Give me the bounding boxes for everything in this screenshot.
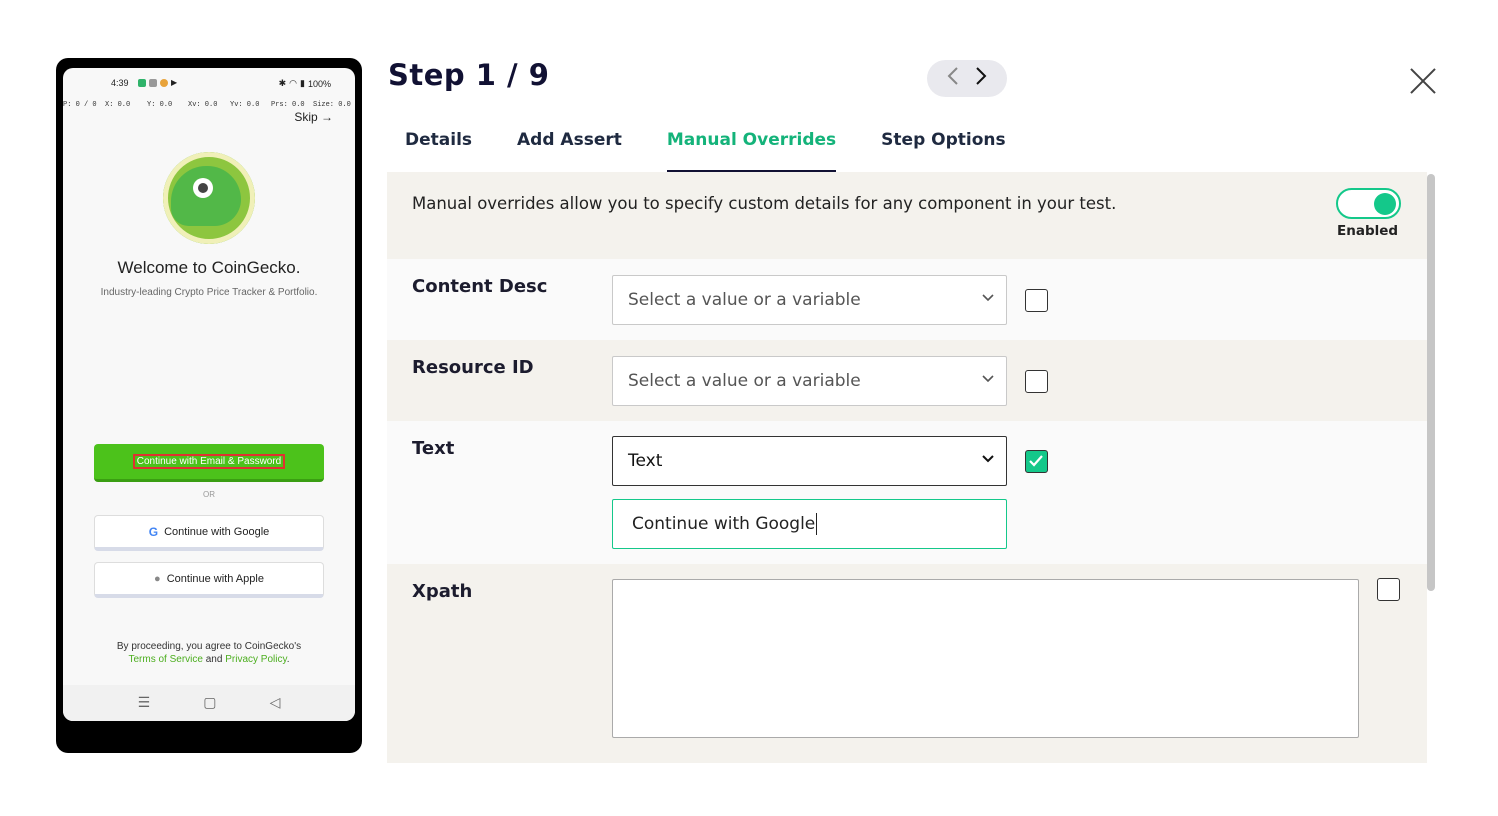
override-row-content-desc: Content Desc Select a value or a variabl… (387, 259, 1427, 340)
app-notification-icon (160, 78, 168, 87)
status-bar: 4:39 ▶ ✱ ◠ ▮ 100% (63, 78, 355, 92)
welcome-heading: Welcome to CoinGecko. (117, 258, 301, 277)
legal-prefix: By proceeding, you agree to CoinGecko's (116, 641, 302, 652)
overrides-enabled-toggle[interactable] (1336, 188, 1401, 219)
content-desc-checkbox[interactable] (1025, 289, 1048, 312)
check-icon (1029, 455, 1043, 467)
status-time: 4:39 (111, 78, 129, 88)
pointer-y: Y: 0.0 (147, 101, 173, 109)
tab-manual-overrides[interactable]: Manual Overrides (666, 130, 837, 173)
battery-percent: 100% (307, 78, 331, 89)
tab-bar: Details Add Assert Manual Overrides Step… (405, 130, 1006, 173)
pointer-yv: Yv: 0.0 (230, 101, 260, 109)
menu-icon[interactable]: ☰ (138, 695, 151, 711)
continue-google-button[interactable]: G Continue with Google (94, 515, 324, 551)
pointer-xv: Xv: 0.0 (188, 101, 218, 109)
wifi-icon: ◠ (289, 78, 298, 88)
chevron-down-icon (982, 294, 994, 302)
vibrate-icon: ✱ (278, 78, 287, 88)
battery-icon: ▮ (300, 78, 305, 88)
override-row-xpath: Xpath (387, 564, 1427, 763)
select-value: Text (628, 451, 663, 471)
device-preview: 4:39 ▶ ✱ ◠ ▮ 100% P: 0 / 0 X: 0.0 Y: 0.0 (56, 58, 362, 753)
text-value-input[interactable]: Continue with Google (612, 499, 1007, 549)
select-value: Select a value or a variable (628, 290, 861, 310)
close-icon[interactable] (1406, 64, 1440, 98)
text-checkbox[interactable] (1025, 450, 1048, 473)
manual-overrides-panel: Manual overrides allow you to specify cu… (387, 172, 1427, 763)
pointer-size: Size: 0.0 (313, 101, 351, 109)
apple-icon: ● (154, 572, 161, 585)
continue-google-label: Continue with Google (164, 525, 270, 538)
terms-link[interactable]: Terms of Service (129, 654, 203, 665)
chevron-right-icon[interactable] (974, 66, 988, 91)
content-desc-select[interactable]: Select a value or a variable (612, 275, 1007, 325)
tab-add-assert[interactable]: Add Assert (517, 130, 622, 173)
overrides-info-row: Manual overrides allow you to specify cu… (387, 172, 1427, 259)
step-navigator (927, 60, 1007, 97)
pointer-count: P: 0 / 0 (63, 101, 97, 109)
override-row-resource-id: Resource ID Select a value or a variable (387, 340, 1427, 421)
row-label: Content Desc (412, 276, 548, 297)
notification-icons: ▶ (138, 78, 177, 87)
tab-details[interactable]: Details (405, 130, 472, 173)
row-label: Resource ID (412, 357, 534, 378)
app-root: 4:39 ▶ ✱ ◠ ▮ 100% P: 0 / 0 X: 0.0 Y: 0.0 (0, 0, 1498, 816)
chevron-down-icon (982, 455, 994, 463)
app-notification-icon (149, 78, 157, 87)
toggle-label: Enabled (1337, 223, 1399, 239)
chevron-left-icon[interactable] (946, 66, 960, 91)
panel-scrollbar[interactable] (1427, 174, 1435, 591)
continue-email-label: Continue with Email & Password (132, 454, 286, 469)
google-icon: G (148, 524, 159, 539)
legal-text: By proceeding, you agree to CoinGecko's … (63, 640, 355, 666)
or-divider: OR (203, 490, 215, 499)
skip-label: Skip (294, 110, 318, 124)
continue-apple-label: Continue with Apple (166, 572, 264, 585)
privacy-link[interactable]: Privacy Policy (225, 654, 287, 665)
arrow-right-icon: → (321, 110, 333, 124)
continue-email-button[interactable]: Continue with Email & Password (94, 444, 324, 482)
legal-and: and (205, 654, 223, 665)
home-icon[interactable]: ▢ (203, 695, 216, 711)
xpath-checkbox[interactable] (1377, 578, 1400, 601)
back-icon[interactable]: ◁ (270, 695, 281, 711)
play-icon: ▶ (171, 78, 178, 87)
select-value: Select a value or a variable (628, 371, 861, 391)
override-row-text: Text Text Continue with Google (387, 421, 1427, 564)
resource-id-select[interactable]: Select a value or a variable (612, 356, 1007, 406)
xpath-textarea[interactable] (612, 579, 1359, 738)
pointer-x: X: 0.0 (105, 101, 131, 109)
input-value: Continue with Google (632, 514, 816, 534)
system-icons: ✱ ◠ ▮ 100% (279, 78, 331, 89)
text-select[interactable]: Text (612, 436, 1007, 486)
resource-id-checkbox[interactable] (1025, 370, 1048, 393)
skip-link[interactable]: Skip → (294, 110, 333, 124)
coingecko-logo (163, 152, 255, 244)
welcome-tagline: Industry-leading Crypto Price Tracker & … (100, 287, 318, 298)
tab-step-options[interactable]: Step Options (881, 130, 1005, 173)
android-nav-bar: ☰ ▢ ◁ (63, 685, 355, 721)
chevron-down-icon (982, 375, 994, 383)
row-label: Xpath (412, 581, 473, 602)
overrides-description: Manual overrides allow you to specify cu… (412, 194, 1117, 213)
step-title: Step 1 / 9 (388, 58, 550, 92)
continue-apple-button[interactable]: ● Continue with Apple (94, 562, 324, 598)
device-screen[interactable]: 4:39 ▶ ✱ ◠ ▮ 100% P: 0 / 0 X: 0.0 Y: 0.0 (63, 68, 355, 721)
row-label: Text (412, 438, 455, 459)
app-notification-icon (138, 78, 146, 87)
pointer-prs: Prs: 0.0 (271, 101, 305, 109)
